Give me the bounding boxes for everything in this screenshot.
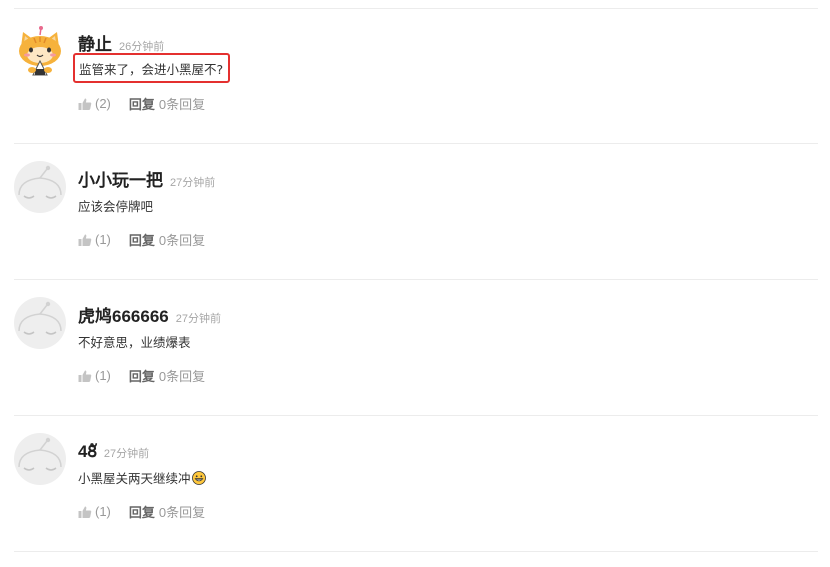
comment-actions: (1) 回复 0条回复 (78, 366, 205, 385)
reply-count[interactable]: 0条回复 (159, 94, 205, 113)
like-button[interactable]: (1) (78, 232, 111, 247)
comment-item: 虎鸠666666 27分钟前 不好意思，业绩爆表 (1) 回复 0条回复 (14, 280, 818, 416)
like-button[interactable]: (1) (78, 368, 111, 383)
timestamp: 26分钟前 (119, 41, 165, 53)
comment-header: 虎鸠666666 27分钟前 (78, 302, 221, 326)
reply-button[interactable]: 回复 (129, 366, 155, 385)
reply-button[interactable]: 回复 (129, 502, 155, 521)
comment-header: 静止 26分钟前 (78, 30, 165, 54)
comment-item: 静止 26分钟前 监管来了，会进小黑屋不? (2) 回复 0条回复 (14, 8, 818, 144)
comment-item: 48ั 27分钟前 小黑屋关两天继续冲 (1) 回复 0条回复 (14, 416, 818, 552)
like-button[interactable]: (1) (78, 504, 111, 519)
default-avatar-icon[interactable] (14, 433, 66, 485)
like-button[interactable]: (2) (78, 96, 111, 111)
timestamp: 27分钟前 (170, 177, 216, 189)
default-avatar-icon[interactable] (14, 297, 66, 349)
like-count: (1) (95, 232, 111, 247)
comment-actions: (1) 回复 0条回复 (78, 502, 205, 521)
comment-text-content: 小黑屋关两天继续冲 (78, 471, 191, 486)
thumbs-up-icon (78, 98, 92, 110)
username[interactable]: 48ั (78, 442, 97, 461)
thumbs-up-icon (78, 370, 92, 382)
comment-text: 监管来了，会进小黑屋不? (73, 53, 231, 83)
comment-header: 小小玩一把 27分钟前 (78, 166, 216, 190)
default-avatar-icon[interactable] (14, 161, 66, 213)
cat-avatar-icon[interactable] (14, 25, 66, 77)
thumbs-up-icon (78, 506, 92, 518)
comment-header: 48ั 27分钟前 (78, 438, 150, 461)
timestamp: 27分钟前 (103, 448, 150, 460)
comment-actions: (2) 回复 0条回复 (78, 94, 205, 113)
grinning-emoji-icon (191, 471, 206, 485)
comment-actions: (1) 回复 0条回复 (78, 230, 205, 249)
timestamp: 27分钟前 (175, 313, 221, 325)
username[interactable]: 虎鸠666666 (78, 307, 169, 326)
like-count: (1) (95, 504, 111, 519)
reply-count[interactable]: 0条回复 (159, 230, 205, 249)
thumbs-up-icon (78, 234, 92, 246)
username[interactable]: 小小玩一把 (78, 171, 163, 190)
like-count: (2) (95, 96, 111, 111)
like-count: (1) (95, 368, 111, 383)
reply-button[interactable]: 回复 (129, 230, 155, 249)
reply-count[interactable]: 0条回复 (159, 502, 205, 521)
comment-text: 应该会停牌吧 (78, 199, 154, 214)
comment-text: 不好意思，业绩爆表 (78, 335, 191, 350)
username[interactable]: 静止 (78, 35, 112, 54)
reply-count[interactable]: 0条回复 (159, 366, 205, 385)
reply-button[interactable]: 回复 (129, 94, 155, 113)
comment-text: 小黑屋关两天继续冲 (78, 468, 206, 487)
comment-item: 小小玩一把 27分钟前 应该会停牌吧 (1) 回复 0条回复 (14, 144, 818, 280)
